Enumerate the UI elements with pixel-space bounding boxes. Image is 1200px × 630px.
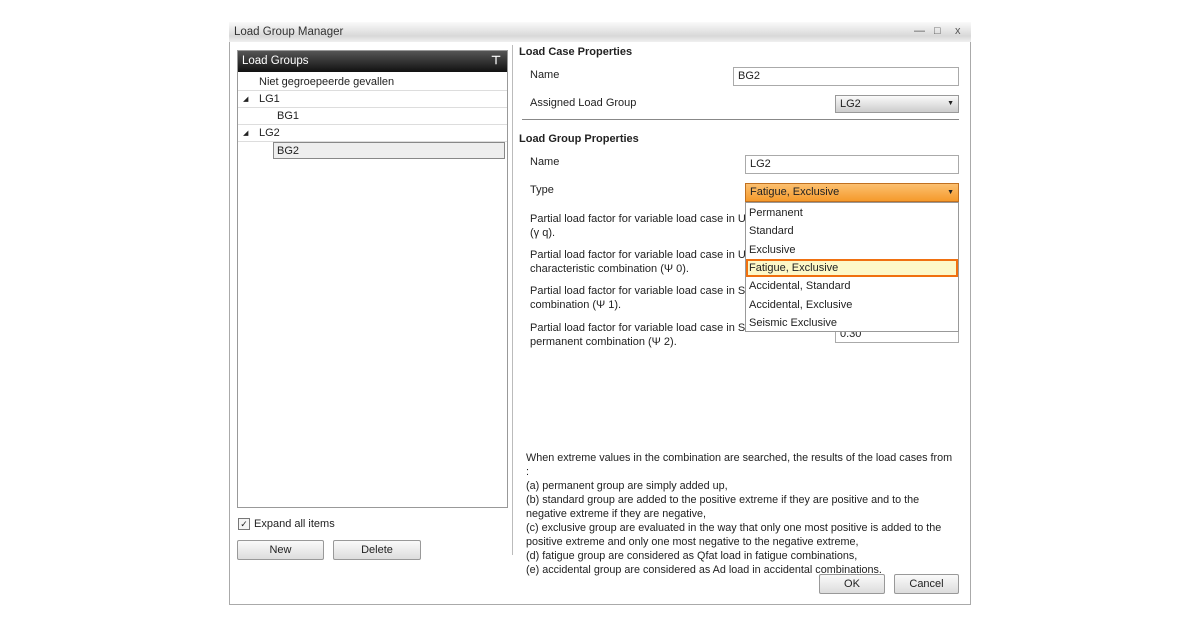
- divider: [522, 119, 959, 120]
- tree-item[interactable]: BG1: [238, 108, 507, 125]
- cancel-button[interactable]: Cancel: [894, 574, 959, 594]
- tree-item-label: Niet gegroepeerde gevallen: [259, 76, 395, 88]
- type-label: Type: [530, 184, 554, 196]
- tree-item-label: BG2: [277, 145, 300, 157]
- type-select[interactable]: Fatigue, Exclusive ▼: [745, 183, 959, 202]
- type-value: Fatigue, Exclusive: [750, 186, 840, 198]
- maximize-button[interactable]: □: [934, 25, 941, 37]
- tree-item-label: LG1: [259, 93, 280, 105]
- type-option[interactable]: Accidental, Standard: [746, 277, 958, 295]
- window-title: Load Group Manager: [234, 26, 344, 38]
- tree-item[interactable]: ◢ LG2: [238, 125, 507, 142]
- dropdown-arrow-icon: ▼: [947, 189, 954, 196]
- load-groups-title: Load Groups: [242, 55, 309, 67]
- new-button[interactable]: New: [237, 540, 324, 560]
- load-group-properties-title: Load Group Properties: [519, 133, 639, 145]
- expand-all-checkbox[interactable]: ✓: [238, 518, 250, 530]
- help-text: When extreme values in the combination a…: [526, 452, 953, 576]
- load-case-properties-title: Load Case Properties: [519, 46, 633, 58]
- type-dropdown-list: Permanent Standard Exclusive Fatigue, Exclu…: [745, 202, 959, 332]
- splitter[interactable]: [512, 45, 513, 555]
- tree-item[interactable]: BG2: [273, 142, 505, 159]
- close-button[interactable]: x: [955, 25, 961, 37]
- factor-label-psi0: Partial load factor for variable load ca…: [530, 249, 759, 275]
- minimize-button[interactable]: —: [914, 25, 925, 37]
- type-option[interactable]: Accidental, Exclusive: [746, 296, 958, 314]
- assigned-group-label: Assigned Load Group: [530, 97, 637, 109]
- factor-label-psi2: Partial load factor for variable load ca…: [530, 322, 759, 348]
- expander-icon[interactable]: ◢: [243, 125, 248, 142]
- factor-label-psi1: Partial load factor for variable load ca…: [530, 285, 759, 311]
- tree-item-label: LG2: [259, 127, 280, 139]
- type-option[interactable]: Seismic Exclusive: [746, 314, 958, 332]
- type-option[interactable]: Exclusive: [746, 241, 958, 259]
- filter-icon[interactable]: ⊤: [491, 51, 501, 72]
- type-option[interactable]: Standard: [746, 222, 958, 240]
- ok-button[interactable]: OK: [819, 574, 885, 594]
- factor-label-gamma-q: Partial load factor for variable load ca…: [530, 213, 759, 239]
- tree-item[interactable]: ◢ LG1: [238, 91, 507, 108]
- dropdown-arrow-icon: ▼: [947, 100, 954, 107]
- assigned-group-value: LG2: [840, 98, 861, 110]
- group-name-label: Name: [530, 156, 560, 168]
- case-name-input[interactable]: BG2: [733, 67, 959, 86]
- group-name-input[interactable]: LG2: [745, 155, 959, 174]
- tree-item-label: BG1: [277, 110, 300, 122]
- assigned-group-select[interactable]: LG2 ▼: [835, 95, 959, 113]
- type-option[interactable]: Permanent: [746, 204, 958, 222]
- type-option[interactable]: Fatigue, Exclusive: [746, 258, 958, 277]
- expand-all-label: Expand all items: [254, 518, 335, 530]
- tree-item[interactable]: Niet gegroepeerde gevallen: [238, 74, 507, 91]
- delete-button[interactable]: Delete: [333, 540, 421, 560]
- expander-icon[interactable]: ◢: [243, 91, 248, 108]
- load-groups-header: Load Groups ⊤: [238, 51, 507, 72]
- case-name-label: Name: [530, 69, 560, 81]
